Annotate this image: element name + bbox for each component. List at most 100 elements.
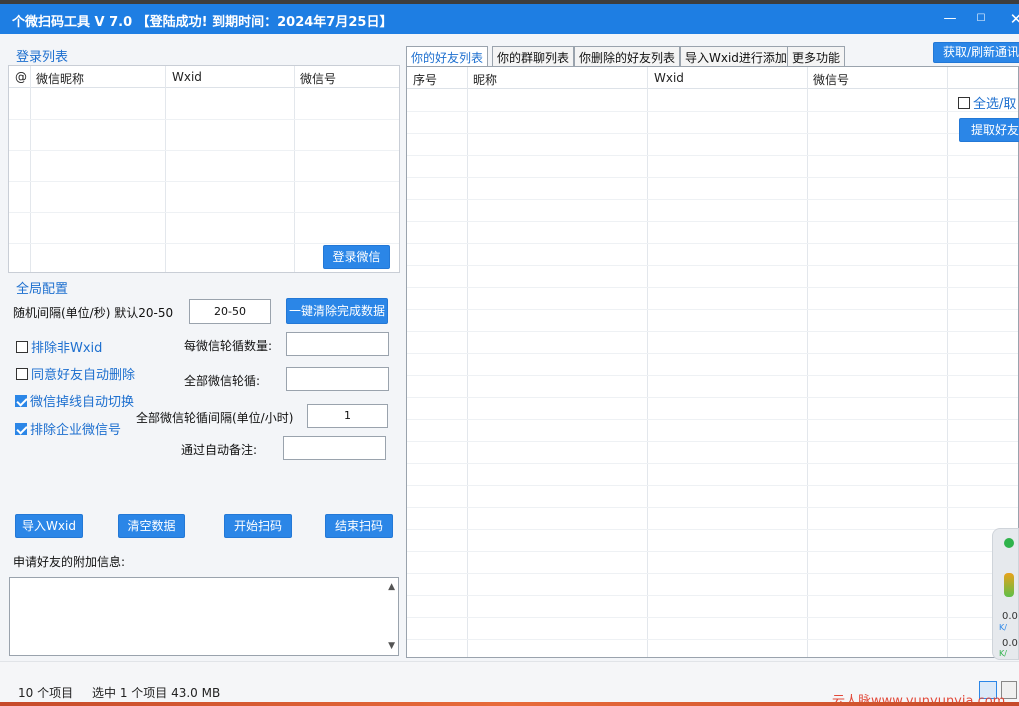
- friend-request-textarea[interactable]: ▲ ▼: [9, 577, 399, 656]
- table-row-line: [407, 485, 1018, 486]
- table-row-line: [407, 639, 1018, 640]
- grid-row-line: [9, 150, 399, 151]
- exclude-non-wxid-checkbox[interactable]: 排除非Wxid: [16, 337, 102, 356]
- login-wechat-button[interactable]: 登录微信: [323, 245, 390, 269]
- table-row-line: [407, 529, 1018, 530]
- column-wechat-id: 微信号: [813, 73, 850, 87]
- table-row-line: [407, 507, 1018, 508]
- grid-row-line: [9, 119, 399, 120]
- checkbox-label: 同意好友自动删除: [31, 368, 136, 383]
- import-wxid-button[interactable]: 导入Wxid: [15, 514, 83, 538]
- table-row-line: [407, 331, 1018, 332]
- table-row-line: [407, 353, 1018, 354]
- all-rounds-label: 全部微信轮循:: [184, 374, 261, 388]
- exclude-enterprise-checkbox[interactable]: 排除企业微信号: [15, 419, 121, 438]
- table-row-line: [407, 221, 1018, 222]
- close-icon[interactable]: ✕: [1006, 9, 1019, 29]
- checkbox-label: 排除非Wxid: [31, 341, 103, 356]
- grid-row-line: [9, 181, 399, 182]
- table-row-line: [407, 155, 1018, 156]
- table-row-line: [407, 397, 1018, 398]
- scroll-up-icon[interactable]: ▲: [388, 582, 395, 592]
- checkbox-label: 全选/取: [973, 97, 1017, 112]
- column-at: @: [15, 70, 27, 84]
- scroll-down-icon[interactable]: ▼: [388, 641, 395, 651]
- window-title: 个微扫码工具 V 7.0 【登陆成功! 到期时间：2024年7月25日】: [12, 15, 393, 30]
- column-index: 序号: [413, 73, 438, 87]
- per-wechat-rounds-label: 每微信轮循数量:: [184, 339, 273, 353]
- table-row-line: [407, 177, 1018, 178]
- all-rounds-input[interactable]: [286, 367, 389, 391]
- checkbox-box: [15, 423, 27, 435]
- grid-divider: [165, 66, 166, 272]
- auto-remark-label: 通过自动备注:: [181, 443, 258, 457]
- table-row-line: [407, 111, 1018, 112]
- round-interval-label: 全部微信轮循间隔(单位/小时): [136, 411, 294, 425]
- interval-label: 随机间隔(单位/秒) 默认20-50: [13, 306, 174, 320]
- download-unit: K/: [999, 649, 1007, 658]
- table-row-line: [407, 551, 1018, 552]
- table-row-line: [407, 287, 1018, 288]
- global-config-title: 全局配置: [16, 282, 69, 297]
- table-row-line: [407, 573, 1018, 574]
- items-count: 10 个项目: [18, 686, 74, 700]
- selected-info: 选中 1 个项目 43.0 MB: [92, 686, 221, 700]
- table-row-line: [407, 463, 1018, 464]
- friend-table[interactable]: 序号 昵称 Wxid 微信号: [406, 66, 1019, 658]
- download-speed: 0.0: [1002, 638, 1018, 649]
- table-row-line: [407, 419, 1018, 420]
- grid-divider: [294, 66, 295, 272]
- column-wxid: Wxid: [654, 71, 684, 85]
- checkbox-label: 微信掉线自动切换: [30, 395, 135, 410]
- table-row-line: [407, 133, 1018, 134]
- table-row-line: [407, 243, 1018, 244]
- refresh-contacts-button[interactable]: 获取/刷新通讯: [933, 42, 1019, 63]
- grid-row-line: [9, 243, 399, 244]
- friend-request-label: 申请好友的附加信息:: [13, 555, 126, 569]
- login-list-title: 登录列表: [16, 50, 69, 65]
- login-list-header: @ 微信昵称 Wxid 微信号: [9, 66, 399, 88]
- column-wxid: Wxid: [172, 70, 202, 84]
- checkbox-box: [16, 368, 28, 380]
- tab-groups[interactable]: 你的群聊列表: [492, 46, 575, 67]
- column-nickname: 微信昵称: [36, 72, 85, 86]
- tab-import-wxid[interactable]: 导入Wxid进行添加: [680, 46, 792, 67]
- maximize-icon[interactable]: ☐: [971, 9, 991, 29]
- network-speed-widget[interactable]: 0.0 K/ 0.0 K/: [992, 528, 1019, 660]
- table-row-line: [407, 441, 1018, 442]
- round-interval-input[interactable]: 1: [307, 404, 388, 428]
- select-all-checkbox[interactable]: 全选/取: [958, 93, 1016, 112]
- upload-speed: 0.0: [1002, 611, 1018, 622]
- auto-remark-input[interactable]: [283, 436, 386, 460]
- interval-input[interactable]: 20-50: [189, 299, 271, 324]
- extract-friends-button[interactable]: 提取好友: [959, 118, 1019, 142]
- taskbar-edge: [0, 702, 1019, 706]
- checkbox-label: 排除企业微信号: [30, 423, 122, 438]
- checkbox-box: [15, 395, 27, 407]
- table-row-line: [407, 199, 1018, 200]
- clear-data-button[interactable]: 清空数据: [118, 514, 185, 538]
- grid-row-line: [9, 212, 399, 213]
- grid-divider: [30, 66, 31, 272]
- gauge-icon: [1004, 573, 1014, 597]
- auto-delete-checkbox[interactable]: 同意好友自动删除: [16, 364, 135, 383]
- clear-done-button[interactable]: 一键清除完成数据: [286, 298, 388, 324]
- auto-switch-checkbox[interactable]: 微信掉线自动切换: [15, 391, 134, 410]
- checkbox-box: [958, 97, 970, 109]
- upload-unit: K/: [999, 623, 1007, 632]
- login-list-grid[interactable]: @ 微信昵称 Wxid 微信号: [8, 65, 400, 273]
- table-row-line: [407, 595, 1018, 596]
- tab-more-functions[interactable]: 更多功能: [787, 46, 846, 67]
- tab-deleted-friends[interactable]: 你删除的好友列表: [574, 46, 681, 67]
- tab-friends[interactable]: 你的好友列表: [406, 46, 489, 68]
- column-nickname: 昵称: [473, 73, 498, 87]
- table-row-line: [407, 375, 1018, 376]
- friend-table-header: 序号 昵称 Wxid 微信号: [407, 67, 1018, 89]
- column-wechat-id: 微信号: [300, 72, 337, 86]
- checkbox-box: [16, 341, 28, 353]
- stop-scan-button[interactable]: 结束扫码: [325, 514, 393, 538]
- minimize-icon[interactable]: —: [940, 9, 960, 29]
- per-wechat-rounds-input[interactable]: [286, 332, 389, 356]
- status-dot-icon: [1004, 538, 1014, 548]
- start-scan-button[interactable]: 开始扫码: [224, 514, 292, 538]
